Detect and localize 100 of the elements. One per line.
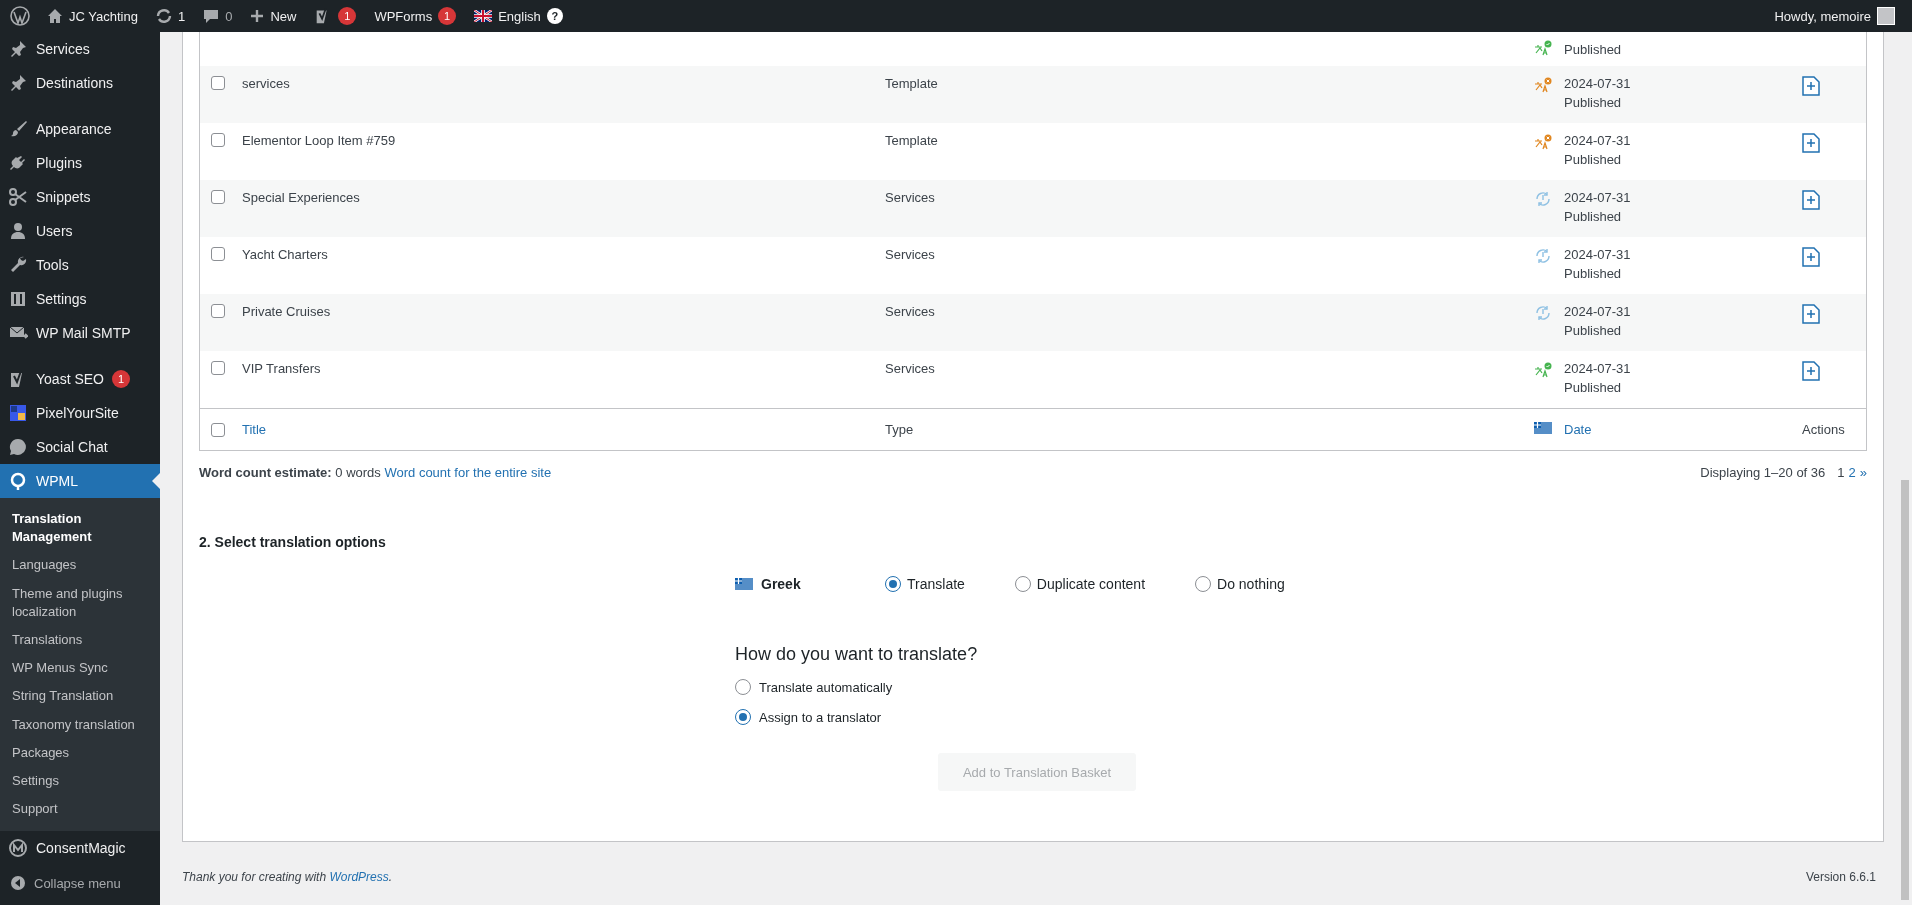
sidebar-item[interactable]: Snippets <box>0 180 160 214</box>
radio-dot[interactable] <box>885 576 901 592</box>
sidebar-item[interactable]: WPML <box>0 464 160 498</box>
sidebar-item[interactable]: Tools <box>0 248 160 282</box>
word-count-label: Word count estimate: <box>199 465 332 480</box>
sidebar-item[interactable]: Services <box>0 32 160 66</box>
untranslated-status-icon <box>1534 76 1552 94</box>
circle-logo-icon <box>8 838 28 859</box>
chat-icon <box>8 437 28 457</box>
method-radio[interactable]: Translate automatically <box>735 679 1867 695</box>
submenu-item[interactable]: Packages <box>0 738 160 767</box>
type-cell-text: Services <box>885 361 936 376</box>
sidebar-item[interactable]: PixelYourSite <box>0 396 160 430</box>
wordpress-link[interactable]: WordPress <box>329 870 389 884</box>
sidebar-item[interactable]: ConsentMagic <box>0 831 160 866</box>
page-link[interactable]: 2 <box>1848 465 1856 480</box>
sidebar-item[interactable]: Social Chat <box>0 430 160 464</box>
row-checkbox[interactable] <box>211 304 225 318</box>
site-link[interactable]: JC Yachting <box>38 0 147 32</box>
submenu-item[interactable]: WP Menus Sync <box>0 654 160 683</box>
status-text: Published <box>1564 266 1623 281</box>
word-count-link[interactable]: Word count for the entire site <box>384 465 552 480</box>
notification-badge: 1 <box>338 7 357 25</box>
title-cell-text: Yacht Charters <box>242 247 329 262</box>
collapse-menu-button[interactable]: Collapse menu <box>0 865 160 902</box>
wordpress-logo-icon[interactable] <box>10 6 30 26</box>
submenu-item[interactable]: Support <box>0 795 160 824</box>
status-text: Published <box>1564 41 1623 57</box>
swirl-icon <box>8 471 28 491</box>
method-heading: How do you want to translate? <box>735 644 979 665</box>
status-text: Published <box>1564 152 1623 167</box>
sidebar-item[interactable]: Appearance <box>0 112 160 146</box>
title-column-header[interactable]: Title <box>242 422 885 437</box>
title-cell-text: Special Experiences <box>242 190 361 205</box>
row-checkbox[interactable] <box>211 190 225 204</box>
help-button[interactable]: ? <box>546 8 563 24</box>
type-cell-text: Template <box>885 133 939 148</box>
date-column-header[interactable]: Date <box>1564 422 1802 437</box>
radio-dot[interactable] <box>1195 576 1212 592</box>
row-checkbox[interactable] <box>211 133 225 147</box>
version-text: Version 6.6.1 <box>1805 870 1876 884</box>
radio-dot[interactable] <box>735 679 751 695</box>
radio-dot[interactable] <box>735 709 751 725</box>
submenu-item[interactable]: Languages <box>0 551 160 580</box>
user-icon <box>8 221 28 241</box>
sliders-icon <box>8 289 28 309</box>
forms-link[interactable]: WPForms <box>374 8 433 24</box>
date-text: 2024-07-31 <box>1564 304 1632 319</box>
page-link[interactable]: » <box>1859 465 1867 480</box>
pagination-summary: Displaying 1–20 of 36 <box>1700 465 1826 480</box>
sidebar-item[interactable]: WP Mail SMTP <box>0 316 160 350</box>
submenu-item[interactable]: Translation Management <box>0 505 160 552</box>
add-document-icon[interactable] <box>1802 247 1820 267</box>
date-text: 2024-07-31 <box>1564 361 1632 376</box>
submenu-item[interactable]: Translations <box>0 625 160 655</box>
submenu-item[interactable]: String Translation <box>0 682 160 711</box>
sidebar-item[interactable]: Destinations <box>0 66 160 100</box>
sidebar-item[interactable]: Settings <box>0 282 160 316</box>
radio-dot[interactable] <box>1014 576 1031 592</box>
comment-icon <box>203 8 220 24</box>
page-link[interactable]: 1 <box>1837 465 1845 480</box>
type-column-header: Type <box>885 422 915 437</box>
add-document-icon[interactable] <box>1802 304 1820 324</box>
row-checkbox[interactable] <box>211 422 225 437</box>
avatar-icon[interactable] <box>1877 7 1895 25</box>
type-cell-text: Services <box>885 190 936 205</box>
greeting-link[interactable]: Howdy, memoire <box>1774 8 1871 24</box>
type-cell-text: Services <box>885 247 936 262</box>
submenu-item[interactable]: Taxonomy translation <box>0 710 160 739</box>
new-link[interactable]: New <box>241 0 306 32</box>
plus-icon <box>250 9 265 23</box>
language-switcher[interactable]: English <box>498 8 541 24</box>
sidebar-item[interactable]: Users <box>0 214 160 248</box>
add-document-icon[interactable] <box>1802 190 1820 210</box>
add-document-icon[interactable] <box>1802 76 1820 96</box>
status-text: Published <box>1564 380 1623 395</box>
scrollbar-thumb[interactable] <box>1901 480 1909 900</box>
title-cell-text: Elementor Loop Item #759 <box>242 133 397 148</box>
flag-icon <box>735 578 753 590</box>
sidebar-item[interactable]: Yoast SEO 1 <box>0 362 160 396</box>
section-heading: 2. Select translation options <box>199 534 387 550</box>
title-cell-text: VIP Transfers <box>242 361 322 376</box>
add-document-icon[interactable] <box>1802 361 1820 381</box>
date-text: 2024-07-31 <box>1564 190 1632 205</box>
row-checkbox[interactable] <box>211 361 225 375</box>
submenu-item[interactable]: Settings <box>0 766 160 796</box>
footer-text: Thank you for creating with WordPress. <box>182 870 393 884</box>
sidebar-item[interactable]: Plugins <box>0 146 160 180</box>
translation-option-radio[interactable]: Do nothing <box>1195 576 1285 592</box>
notification-badge: 1 <box>438 7 457 25</box>
method-radio[interactable]: Assign to a translator <box>735 709 1867 725</box>
flag-icon <box>1534 422 1552 434</box>
row-checkbox[interactable] <box>211 247 225 261</box>
submenu-item[interactable]: Theme and plugins localization <box>0 579 160 626</box>
add-document-icon[interactable] <box>1802 133 1820 153</box>
updates-link[interactable]: 1 <box>146 0 195 32</box>
translation-option-radio[interactable]: Duplicate content <box>1014 576 1146 592</box>
row-checkbox[interactable] <box>211 76 225 90</box>
comments-link[interactable]: 0 <box>194 0 242 32</box>
translation-option-radio[interactable]: Translate <box>885 576 965 592</box>
